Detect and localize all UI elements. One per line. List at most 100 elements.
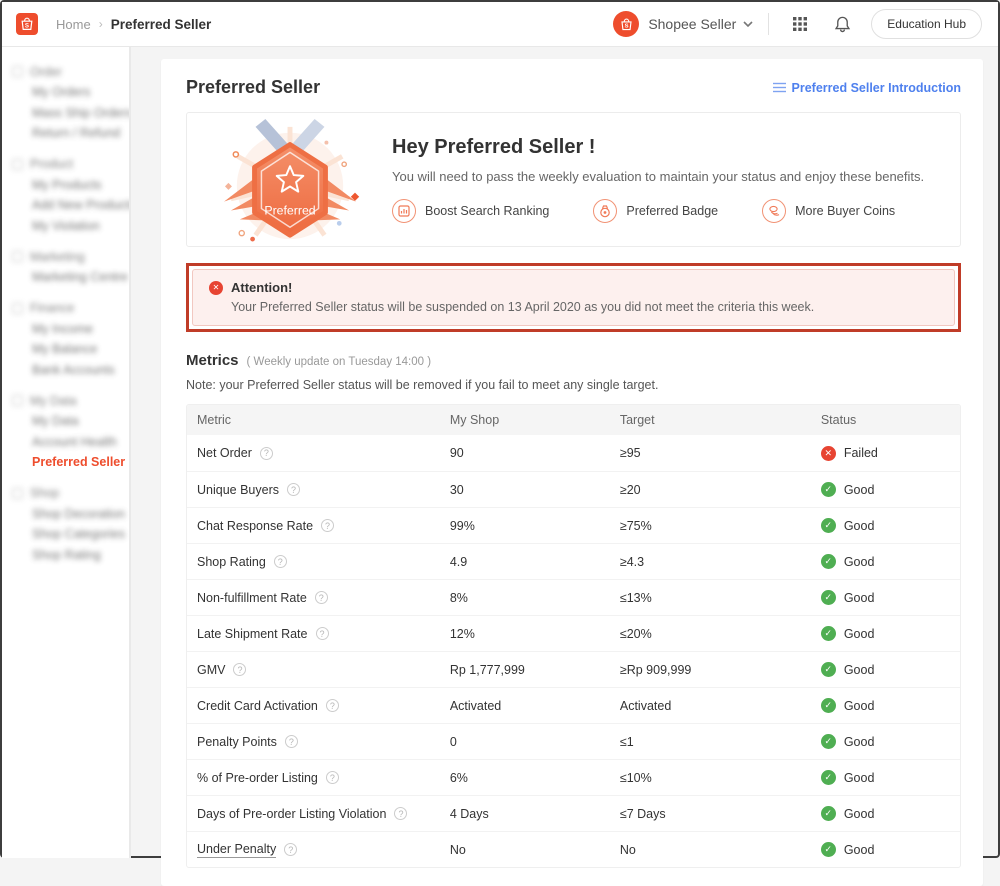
metric-label: Net Order [197,446,252,460]
metric-label: Credit Card Activation [197,699,318,713]
metric-cell: Under Penalty? [187,842,450,858]
status-label: Good [844,591,875,605]
status-label: Good [844,483,875,497]
sidebar-section-label: Product [30,157,73,171]
sidebar-item-my-products[interactable]: My Products [12,175,129,196]
sidebar-item-return-refund[interactable]: Return / Refund [12,123,129,144]
status-cell: ✓Good [821,770,960,785]
sidebar-item-bank-accounts[interactable]: Bank Accounts [12,360,129,381]
chevron-down-icon[interactable] [742,15,754,33]
help-icon[interactable]: ? [285,735,298,748]
sidebar-item-mass-ship-orders[interactable]: Mass Ship Orders [12,103,129,124]
status-good-icon: ✓ [821,842,836,857]
status-cell: ✓ Good [821,482,960,497]
column-header-target: Target [620,413,821,427]
sidebar-section: ShopShop DecorationShop CategoriesShop R… [12,483,129,566]
column-header-my-shop: My Shop [450,413,620,427]
benefit-item: More Buyer Coins [762,199,895,223]
metric-label: Non-fulfillment Rate [197,591,307,605]
benefit-label: More Buyer Coins [795,204,895,218]
sidebar-section-header[interactable]: Shop [12,483,129,504]
sidebar-nav: OrderMy OrdersMass Ship OrdersReturn / R… [2,47,131,858]
hero-title: Hey Preferred Seller ! [392,136,940,159]
sidebar-item-preferred-seller[interactable]: Preferred Seller [12,452,129,473]
my-shop-cell: 4.9 [450,555,620,569]
sidebar-section-header[interactable]: Marketing [12,246,129,267]
sidebar-section-header[interactable]: Product [12,154,129,175]
help-icon[interactable]: ? [315,591,328,604]
status-label: Good [844,699,875,713]
sidebar-item-account-health[interactable]: Account Health [12,432,129,453]
metrics-table: Metric My Shop Target Status Net Order? 9… [186,404,961,868]
status-good-icon: ✓ [821,734,836,749]
hero-banner: Preferred Hey Preferred Seller ! Y [186,112,961,247]
my-shop-cell: 0 [450,735,620,749]
table-row: Under Penalty?NoNo✓Good [187,831,960,867]
table-body: Net Order?90≥95✕FailedUnique Buyers?30≥2… [187,435,960,867]
section-icon [12,251,23,262]
sidebar-item-shop-categories[interactable]: Shop Categories [12,524,129,545]
table-row: Credit Card Activation?ActivatedActivate… [187,687,960,723]
account-avatar[interactable]: S [613,11,639,37]
target-cell: ≥95 [620,446,821,460]
sidebar-item-my-income[interactable]: My Income [12,319,129,340]
my-shop-cell: 90 [450,446,620,460]
help-icon[interactable]: ? [326,771,339,784]
sidebar-item-my-data[interactable]: My Data [12,411,129,432]
shopee-bag-icon: S [19,16,35,32]
sidebar-item-marketing-centre[interactable]: Marketing Centre [12,267,129,288]
apps-grid-icon[interactable] [787,11,813,37]
education-hub-button[interactable]: Education Hub [871,9,982,39]
sidebar-item-my-violation[interactable]: My Violation [12,216,129,237]
table-row: Non-fulfillment Rate?8%≤13%✓Good [187,579,960,615]
sidebar-item-my-balance[interactable]: My Balance [12,339,129,360]
status-good-icon: ✓ [821,662,836,677]
sidebar-section: My DataMy DataAccount HealthPreferred Se… [12,390,129,473]
help-icon[interactable]: ? [321,519,334,532]
shopee-logo[interactable]: S [16,13,38,35]
help-icon[interactable]: ? [287,483,300,496]
help-icon[interactable]: ? [326,699,339,712]
my-shop-cell: 12% [450,627,620,641]
bell-icon[interactable] [829,11,855,37]
sidebar-section: FinanceMy IncomeMy BalanceBank Accounts [12,298,129,381]
help-icon[interactable]: ? [284,843,297,856]
badge-label: Preferred [264,203,315,217]
sidebar-section-header[interactable]: Order [12,61,129,82]
benefit-label: Boost Search Ranking [425,204,549,218]
help-icon[interactable]: ? [316,627,329,640]
metrics-subtitle: ( Weekly update on Tuesday 14:00 ) [247,356,432,368]
sidebar-item-my-orders[interactable]: My Orders [12,82,129,103]
sidebar-section-header[interactable]: My Data [12,390,129,411]
table-header-row: Metric My Shop Target Status [187,405,960,435]
status-cell: ✓Good [821,806,960,821]
status-label: Good [844,555,875,569]
metric-cell: Penalty Points? [187,735,450,749]
help-icon[interactable]: ? [233,663,246,676]
metric-cell: Non-fulfillment Rate? [187,591,450,605]
status-cell: ✓Good [821,662,960,677]
help-icon[interactable]: ? [274,555,287,568]
my-shop-cell: Rp 1,777,999 [450,663,620,677]
help-icon[interactable]: ? [260,447,273,460]
sidebar-section-header[interactable]: Finance [12,298,129,319]
sidebar-item-add-new-products[interactable]: Add New Products [12,195,129,216]
target-cell: ≥75% [620,519,821,533]
target-cell: ≤10% [620,771,821,785]
help-icon[interactable]: ? [394,807,407,820]
medal-icon [593,199,617,223]
sidebar-item-shop-rating[interactable]: Shop Rating [12,545,129,566]
metric-cell: Shop Rating? [187,555,450,569]
section-icon [12,159,23,170]
divider [768,13,769,35]
status-label: Good [844,843,875,857]
page-shell: OrderMy OrdersMass Ship OrdersReturn / R… [2,47,998,858]
status-cell: ✓Good [821,518,960,533]
breadcrumb-home[interactable]: Home [56,17,91,32]
status-good-icon: ✓ [821,806,836,821]
sidebar-item-shop-decoration[interactable]: Shop Decoration [12,504,129,525]
preferred-seller-introduction-link[interactable]: Preferred Seller Introduction [773,81,961,95]
account-name[interactable]: Shopee Seller [648,16,736,32]
table-row: Days of Pre-order Listing Violation?4 Da… [187,795,960,831]
status-good-icon: ✓ [821,482,836,497]
